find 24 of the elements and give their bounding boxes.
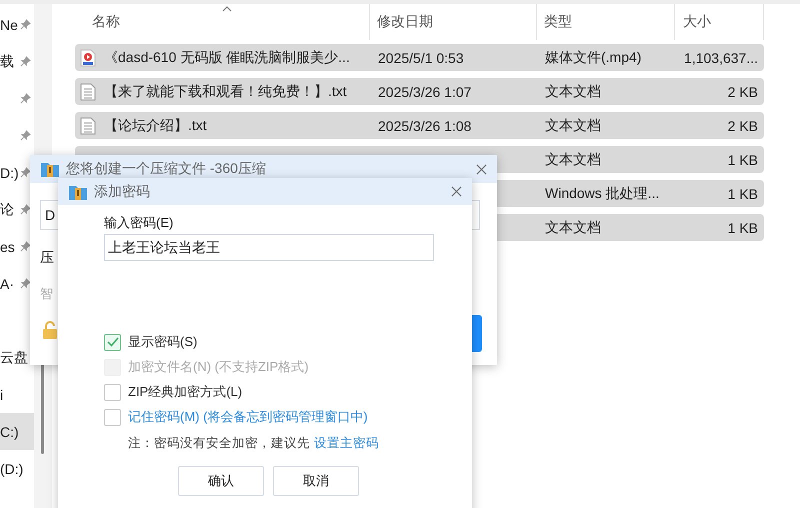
file-type: Windows 批处理... <box>545 184 660 200</box>
window-title: 您将创建一个压缩文件 -360压缩 <box>66 160 266 178</box>
file-name: 【来了就能下载和观看！纯免费！】.txt <box>104 82 347 100</box>
file-size: 1 KB <box>728 186 758 202</box>
file-size: 1,103,637... <box>684 50 758 66</box>
file-type: 媒体文件(.mp4) <box>545 48 642 64</box>
file-name: 【论坛介绍】.txt <box>104 116 207 134</box>
file-size: 1 KB <box>728 152 758 168</box>
hint-text: 智 <box>40 285 53 303</box>
file-size: 2 KB <box>728 84 758 100</box>
format-label: 压 <box>40 249 54 267</box>
file-type: 文本文档 <box>545 116 601 132</box>
window-title: 添加密码 <box>94 182 150 200</box>
modified-date: 2025/3/26 1:08 <box>378 118 472 134</box>
file-size: 1 KB <box>728 220 758 236</box>
modified-date: 2025/3/26 1:07 <box>378 84 472 100</box>
file-type: 文本文档 <box>545 150 601 166</box>
modified-date: 2025/5/1 0:53 <box>378 50 464 66</box>
file-type: 文本文档 <box>545 218 601 234</box>
file-type: 文本文档 <box>545 82 601 98</box>
file-size: 2 KB <box>728 118 758 134</box>
note-text: 注：密码没有安全加密，建议先 <box>128 435 310 452</box>
password-label: 输入密码(E) <box>104 214 174 232</box>
file-name: 《dasd-610 无码版 催眠洗脑制服美少... <box>104 48 350 66</box>
